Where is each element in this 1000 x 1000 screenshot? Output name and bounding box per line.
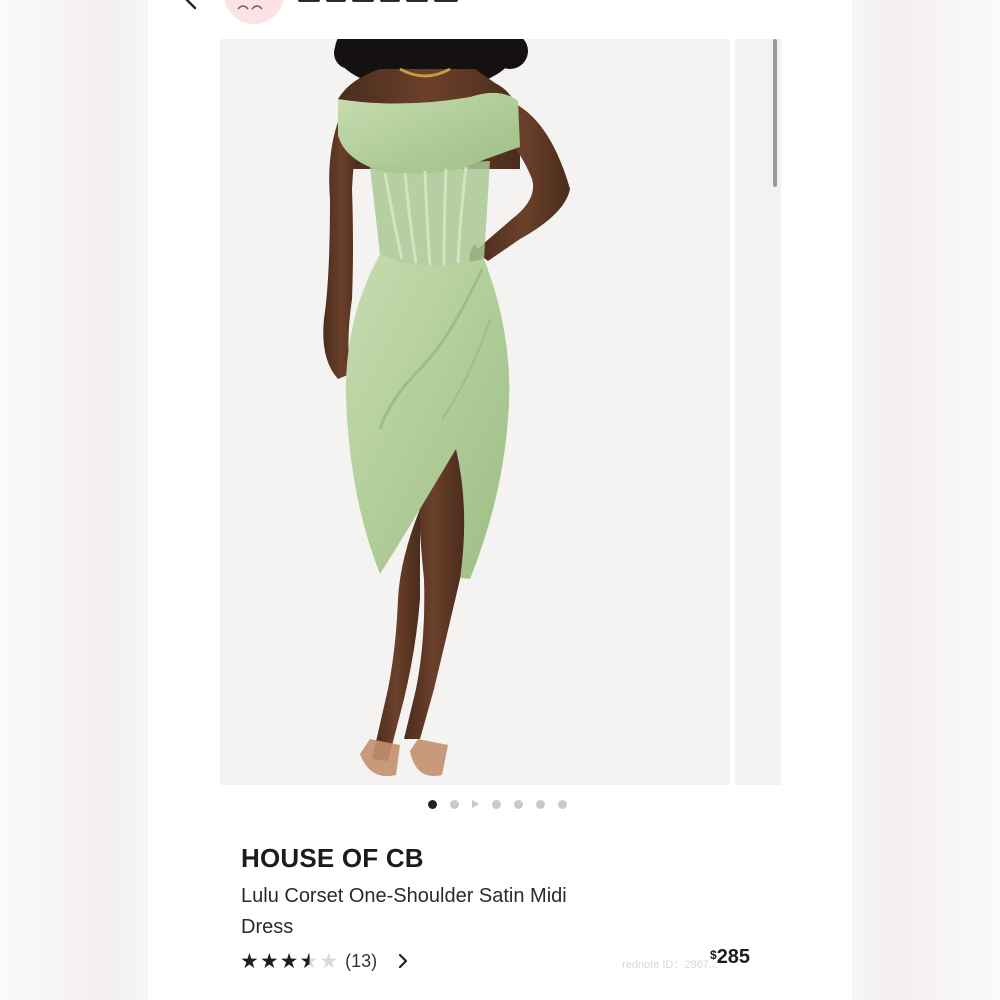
review-count[interactable]: (13) (345, 951, 377, 972)
product-name: Lulu Corset One-Shoulder Satin Midi Dres… (241, 885, 567, 938)
product-photo (323, 39, 570, 777)
star-icon: ★ (279, 949, 299, 973)
star-half-icon: ★ (299, 949, 319, 973)
pagination-dot[interactable] (536, 799, 545, 809)
avatar-face-icon (237, 5, 263, 10)
username[interactable] (298, 0, 518, 8)
pagination-dot-active[interactable] (428, 799, 437, 809)
play-icon[interactable] (472, 800, 479, 808)
back-chevron-icon[interactable] (180, 0, 202, 10)
product-brand[interactable]: HOUSE OF CB (241, 843, 424, 874)
product-price: $285 (710, 946, 750, 969)
avatar[interactable] (224, 0, 284, 24)
pagination-dot[interactable] (558, 799, 567, 809)
blurred-background-left (0, 0, 148, 1000)
product-image-gallery[interactable] (220, 39, 730, 785)
app-screen: HOUSE OF CB Lulu Corset One-Shoulder Sat… (148, 0, 852, 1000)
rating-row[interactable]: ★ ★ ★ ★ ★ (13) (240, 948, 409, 974)
blurred-background-right (852, 0, 1000, 1000)
pagination-dot[interactable] (492, 799, 501, 809)
watermark: rednote ID：2867... (622, 959, 719, 971)
gallery-pagination (428, 798, 567, 810)
star-empty-icon: ★ (319, 949, 339, 973)
pagination-dot[interactable] (514, 799, 523, 809)
price-currency: $ (710, 948, 717, 962)
scroll-indicator (773, 39, 777, 187)
star-icon: ★ (259, 949, 279, 973)
chevron-right-icon[interactable] (397, 954, 409, 968)
star-icon: ★ (240, 949, 259, 973)
pagination-dot[interactable] (450, 799, 459, 809)
price-amount: 285 (716, 946, 751, 968)
